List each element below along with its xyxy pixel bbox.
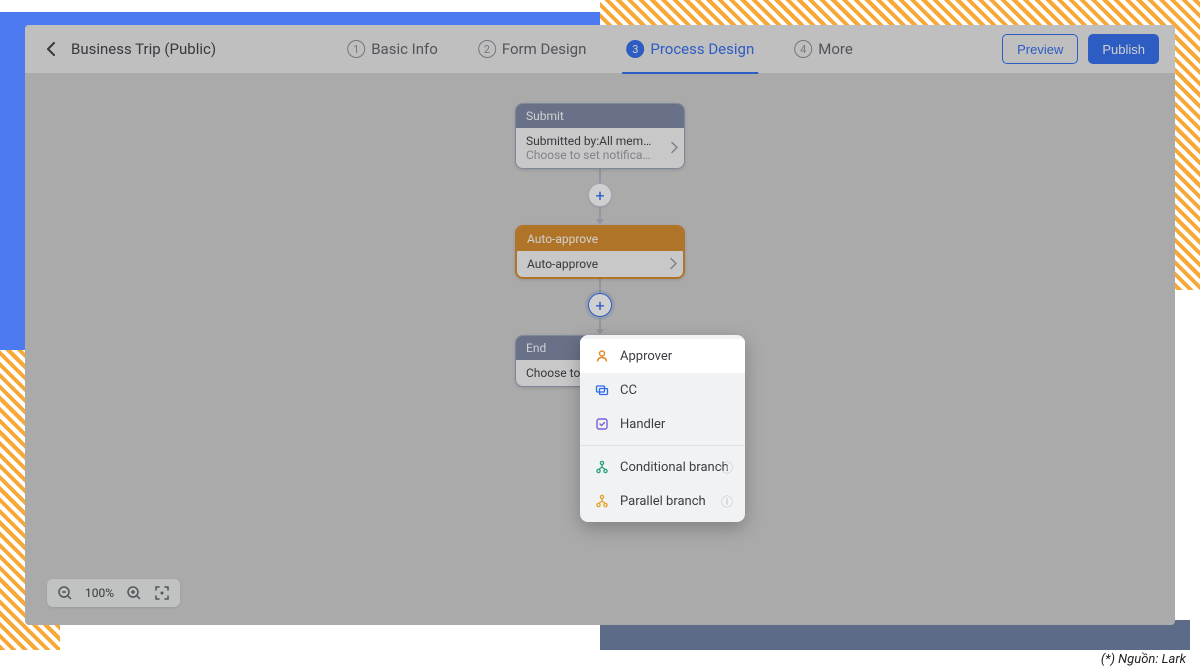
popup-item-label: Handler (620, 417, 665, 432)
node-submit-title: Submit (516, 104, 684, 128)
back-button[interactable] (41, 39, 61, 59)
popup-item-label: CC (620, 383, 637, 398)
app-panel: Business Trip (Public) 1 Basic Info 2 Fo… (25, 25, 1175, 625)
add-node-popup: Approver CC Handler Conditional branch ⓘ… (580, 335, 745, 522)
chevron-right-icon (670, 139, 678, 158)
page-title: Business Trip (Public) (71, 40, 216, 58)
add-node-button[interactable]: + (588, 183, 612, 207)
step-label: Process Design (650, 40, 754, 58)
popup-separator (580, 445, 745, 446)
step-label: Form Design (502, 40, 587, 58)
branch-par-icon (594, 493, 610, 509)
step-number: 1 (347, 40, 365, 58)
chevron-right-icon (669, 255, 677, 274)
connector (599, 279, 601, 293)
branch-cond-icon (594, 459, 610, 475)
zoom-value: 100% (85, 586, 114, 600)
publish-button[interactable]: Publish (1088, 34, 1159, 64)
step-number: 2 (478, 40, 496, 58)
zoom-controls: 100% (47, 579, 180, 607)
step-number: 4 (794, 40, 812, 58)
zoom-in-button[interactable] (126, 585, 142, 601)
node-submit-line1: Submitted by:All mem… (526, 134, 674, 148)
step-basic-info[interactable]: 1 Basic Info (347, 25, 438, 73)
user-icon (594, 348, 610, 364)
step-process-design[interactable]: 3 Process Design (626, 25, 754, 73)
step-tabs: 1 Basic Info 2 Form Design 3 Process Des… (347, 25, 853, 73)
help-icon[interactable]: ⓘ (721, 493, 733, 510)
node-submit-body: Submitted by:All mem… Choose to set noti… (516, 128, 684, 168)
step-label: Basic Info (371, 40, 438, 58)
popup-item-conditional-branch[interactable]: Conditional branch ⓘ (580, 450, 745, 484)
popup-item-cc[interactable]: CC (580, 373, 745, 407)
popup-item-label: Approver (620, 349, 672, 364)
step-number: 3 (626, 40, 644, 58)
header-actions: Preview Publish (1002, 34, 1159, 64)
preview-button[interactable]: Preview (1002, 34, 1078, 64)
popup-item-label: Parallel branch (620, 494, 706, 509)
popup-item-label: Conditional branch (620, 460, 729, 475)
header-bar: Business Trip (Public) 1 Basic Info 2 Fo… (25, 25, 1175, 73)
popup-item-handler[interactable]: Handler (580, 407, 745, 441)
node-submit-line2: Choose to set notifica… (526, 148, 674, 162)
step-more[interactable]: 4 More (794, 25, 853, 73)
popup-item-parallel-branch[interactable]: Parallel branch ⓘ (580, 484, 745, 518)
node-submit[interactable]: Submit Submitted by:All mem… Choose to s… (515, 103, 685, 169)
fit-screen-button[interactable] (154, 585, 170, 601)
node-auto-line1: Auto-approve (527, 257, 673, 271)
node-auto-body: Auto-approve (517, 251, 683, 277)
popup-item-approver[interactable]: Approver (580, 339, 745, 373)
add-node-button-active[interactable]: + (588, 293, 612, 317)
image-credit: (*) Nguồn: Lark (1101, 652, 1186, 667)
help-icon[interactable]: ⓘ (721, 459, 733, 476)
zoom-out-button[interactable] (57, 585, 73, 601)
node-auto-approve[interactable]: Auto-approve Auto-approve (515, 225, 685, 279)
step-form-design[interactable]: 2 Form Design (478, 25, 587, 73)
cc-icon (594, 382, 610, 398)
connector (599, 169, 601, 183)
step-label: More (818, 40, 853, 58)
node-auto-title: Auto-approve (517, 227, 683, 251)
handler-icon (594, 416, 610, 432)
